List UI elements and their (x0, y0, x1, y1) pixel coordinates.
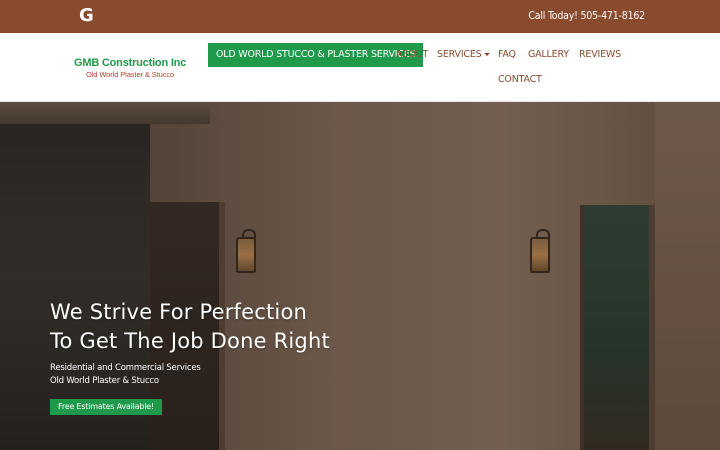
phone-number[interactable]: Call Today! 505-471-8162 (528, 10, 645, 22)
hero-subtitle-line-2: Old World Plaster & Stucco (50, 376, 159, 386)
hero-content: We Strive For Perfection To Get The Job … (50, 298, 330, 415)
nav-item-reviews[interactable]: REVIEWS (579, 49, 621, 60)
google-icon[interactable]: G (79, 7, 97, 25)
hero-subtitle: Residential and Commercial Services Old … (50, 362, 330, 388)
chevron-down-icon (484, 53, 491, 56)
hero-banner: We Strive For Perfection To Get The Job … (0, 102, 720, 450)
hero-title: We Strive For Perfection To Get The Job … (50, 298, 330, 356)
hero-title-line-2: To Get The Job Done Right (50, 329, 330, 353)
nav-item-contact[interactable]: CONTACT (498, 74, 542, 85)
nav-item-about[interactable]: ABOUT (396, 49, 428, 60)
hero-title-line-1: We Strive For Perfection (50, 300, 308, 324)
free-estimates-button[interactable]: Free Estimates Available! (50, 399, 162, 415)
nav-item-gallery[interactable]: GALLERY (528, 49, 569, 60)
nav-item-stucco-plaster-services[interactable]: OLD WORLD STUCCO & PLASTER SERVICES (208, 43, 424, 67)
main-nav: OLD WORLD STUCCO & PLASTER SERVICES ABOU… (0, 33, 720, 102)
nav-item-services-label: SERVICES (437, 49, 482, 60)
hero-subtitle-line-1: Residential and Commercial Services (50, 363, 201, 373)
site-header: GMB Construction Inc Old World Plaster &… (0, 33, 720, 102)
nav-item-faq[interactable]: FAQ (498, 49, 516, 60)
nav-item-services[interactable]: SERVICES (437, 49, 491, 60)
top-bar: G Call Today! 505-471-8162 (0, 0, 720, 33)
